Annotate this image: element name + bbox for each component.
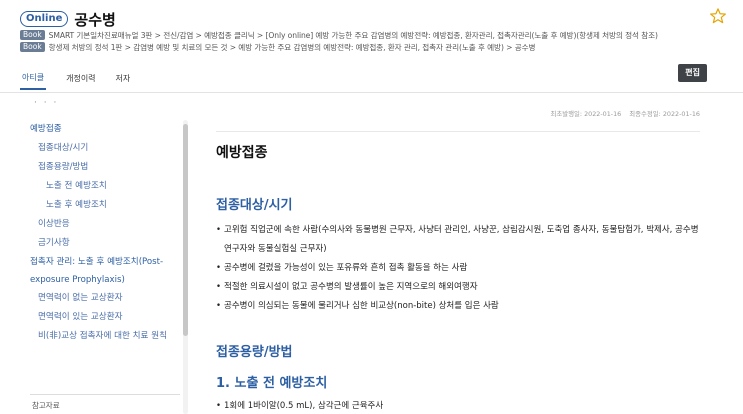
bullet-list: 1회에 1바이알(0.5 mL), 삼각근에 근육주사 (216, 397, 702, 414)
tab-author[interactable]: 저자 (116, 73, 131, 90)
toc-item-references[interactable]: 참고자료 (32, 400, 60, 411)
toc-item-pre-exposure[interactable]: 노출 전 예방조치 (0, 177, 180, 196)
subsubsection-heading: 1. 노출 전 예방조치 (216, 376, 328, 391)
scrollbar-thumb[interactable] (183, 124, 188, 336)
table-of-contents: · · · 예방접종 접종대상/시기 접종용량/방법 노출 전 예방조치 노출 … (0, 96, 192, 414)
tab-article[interactable]: 아티클 (20, 72, 47, 90)
toc-item-vaccination[interactable]: 예방접종 (0, 120, 180, 139)
divider (30, 394, 180, 395)
star-icon[interactable] (709, 7, 727, 25)
tab-bar: 아티클 개정이력 저자 (20, 68, 150, 90)
bullet-list: 고위험 직업군에 속한 사람(수의사와 동물병원 근무자, 사냥터 관리인, 사… (216, 221, 702, 316)
list-item: 고위험 직업군에 속한 사람(수의사와 동물병원 근무자, 사냥터 관리인, 사… (216, 221, 702, 259)
list-item: 적절한 의료시설이 없고 공수병의 발생률이 높은 지역으로의 해외여행자 (216, 278, 702, 297)
book-badge: Book (20, 30, 45, 40)
toc-item-target-timing[interactable]: 접종대상/시기 (0, 139, 180, 158)
published-date: 최초발행일: 2022-01-16 (550, 110, 622, 118)
article-content: 최초발행일: 2022-01-16 최종수정일: 2022-01-16 예방접종… (216, 96, 706, 414)
toc-item-non-bite-principles[interactable]: 비(非)교상 접촉자에 대한 치료 원칙 (0, 327, 180, 345)
toc-item-contact-management[interactable]: 접촉자 관리: 노출 후 예방조치(Post-exposure Prophyla… (0, 253, 180, 289)
divider (216, 131, 700, 132)
section-heading: 예방접종 (216, 145, 268, 161)
toc-item-non-immune-bite[interactable]: 면역력이 없는 교상환자 (0, 289, 180, 308)
article-header: Online 공수병 Book SMART 기본일차진료매뉴얼 3판 > 전신/… (0, 0, 743, 96)
more-dots: · · · (34, 98, 59, 108)
toc-item-post-exposure[interactable]: 노출 후 예방조치 (0, 196, 180, 215)
book-badge: Book (20, 42, 45, 52)
breadcrumb[interactable]: Book SMART 기본일차진료매뉴얼 3판 > 전신/감염 > 예방접종 클… (20, 29, 658, 41)
edit-button[interactable]: 편집 (678, 64, 707, 82)
article-dates: 최초발행일: 2022-01-16 최종수정일: 2022-01-16 (544, 109, 700, 118)
page-title: 공수병 (74, 10, 116, 29)
list-item: 공수병에 걸렸을 가능성이 있는 포유류와 흔히 접촉 활동을 하는 사람 (216, 259, 702, 278)
toc-item-adverse-reactions[interactable]: 이상반응 (0, 215, 180, 234)
title-row: Online 공수병 (20, 9, 116, 29)
toc-item-contraindications[interactable]: 금기사항 (0, 234, 180, 253)
breadcrumb[interactable]: Book 항생제 처방의 정석 1판 > 감염병 예방 및 치료의 모든 것 >… (20, 41, 535, 53)
modified-date: 최종수정일: 2022-01-16 (629, 110, 700, 118)
breadcrumb-text[interactable]: 항생제 처방의 정석 1판 > 감염병 예방 및 치료의 모든 것 > 예방 가… (49, 42, 536, 53)
online-badge: Online (20, 11, 69, 27)
subsection-heading: 접종대상/시기 (216, 198, 293, 213)
list-item: 공수병이 의심되는 동물에 물리거나 심한 비교상(non-bite) 상처를 … (216, 297, 702, 316)
divider (0, 92, 743, 93)
breadcrumb-text[interactable]: SMART 기본일차진료매뉴얼 3판 > 전신/감염 > 예방접종 클리닉 > … (49, 30, 658, 41)
toc-list: 예방접종 접종대상/시기 접종용량/방법 노출 전 예방조치 노출 후 예방조치… (0, 120, 180, 345)
list-item: 1회에 1바이알(0.5 mL), 삼각근에 근육주사 (216, 397, 702, 414)
tab-revision-history[interactable]: 개정이력 (66, 73, 95, 90)
toc-item-immune-bite[interactable]: 면역력이 있는 교상환자 (0, 308, 180, 327)
toc-item-dose-method[interactable]: 접종용량/방법 (0, 158, 180, 177)
subsection-heading: 접종용량/방법 (216, 345, 293, 360)
